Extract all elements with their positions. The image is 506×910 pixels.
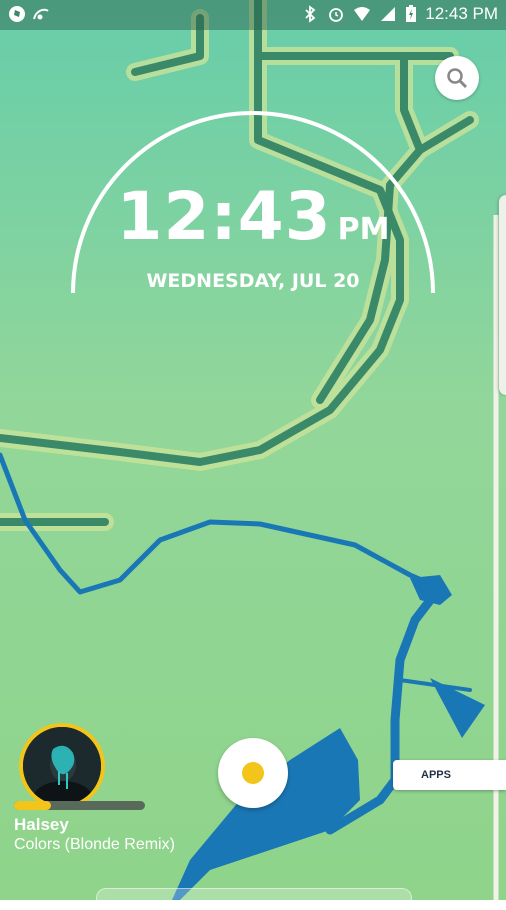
music-app-icon — [9, 6, 25, 22]
clock: 12:43 PM — [0, 178, 506, 255]
music-progress-bar[interactable] — [14, 801, 145, 810]
alarm-icon — [329, 8, 344, 22]
music-progress-fill — [14, 801, 51, 810]
signal-icon — [381, 7, 396, 21]
album-art[interactable] — [19, 723, 105, 809]
status-time: 12:43 PM — [425, 4, 498, 23]
wifi-icon — [354, 7, 371, 21]
home-button[interactable] — [218, 738, 288, 808]
search-icon — [447, 68, 468, 89]
wifi-call-icon — [33, 8, 49, 20]
bottom-dock-handle[interactable] — [96, 888, 412, 910]
status-bar: 12:43 PM — [0, 0, 506, 30]
apps-button[interactable]: APPS — [393, 760, 506, 790]
music-artist: Halsey — [14, 815, 69, 834]
clock-ampm: PM — [337, 212, 390, 247]
clock-date: WEDNESDAY, JUL 20 — [146, 270, 360, 292]
album-cover-image — [23, 727, 101, 805]
bluetooth-icon — [305, 5, 316, 23]
battery-charging-icon — [406, 5, 417, 22]
search-button[interactable] — [435, 56, 479, 100]
side-drawer-handle[interactable] — [499, 195, 506, 395]
music-song-title: Colors (Blonde Remix) — [14, 836, 175, 853]
apps-label: APPS — [421, 769, 451, 781]
home-dot-icon — [242, 762, 264, 784]
clock-time: 12:43 — [116, 178, 332, 255]
